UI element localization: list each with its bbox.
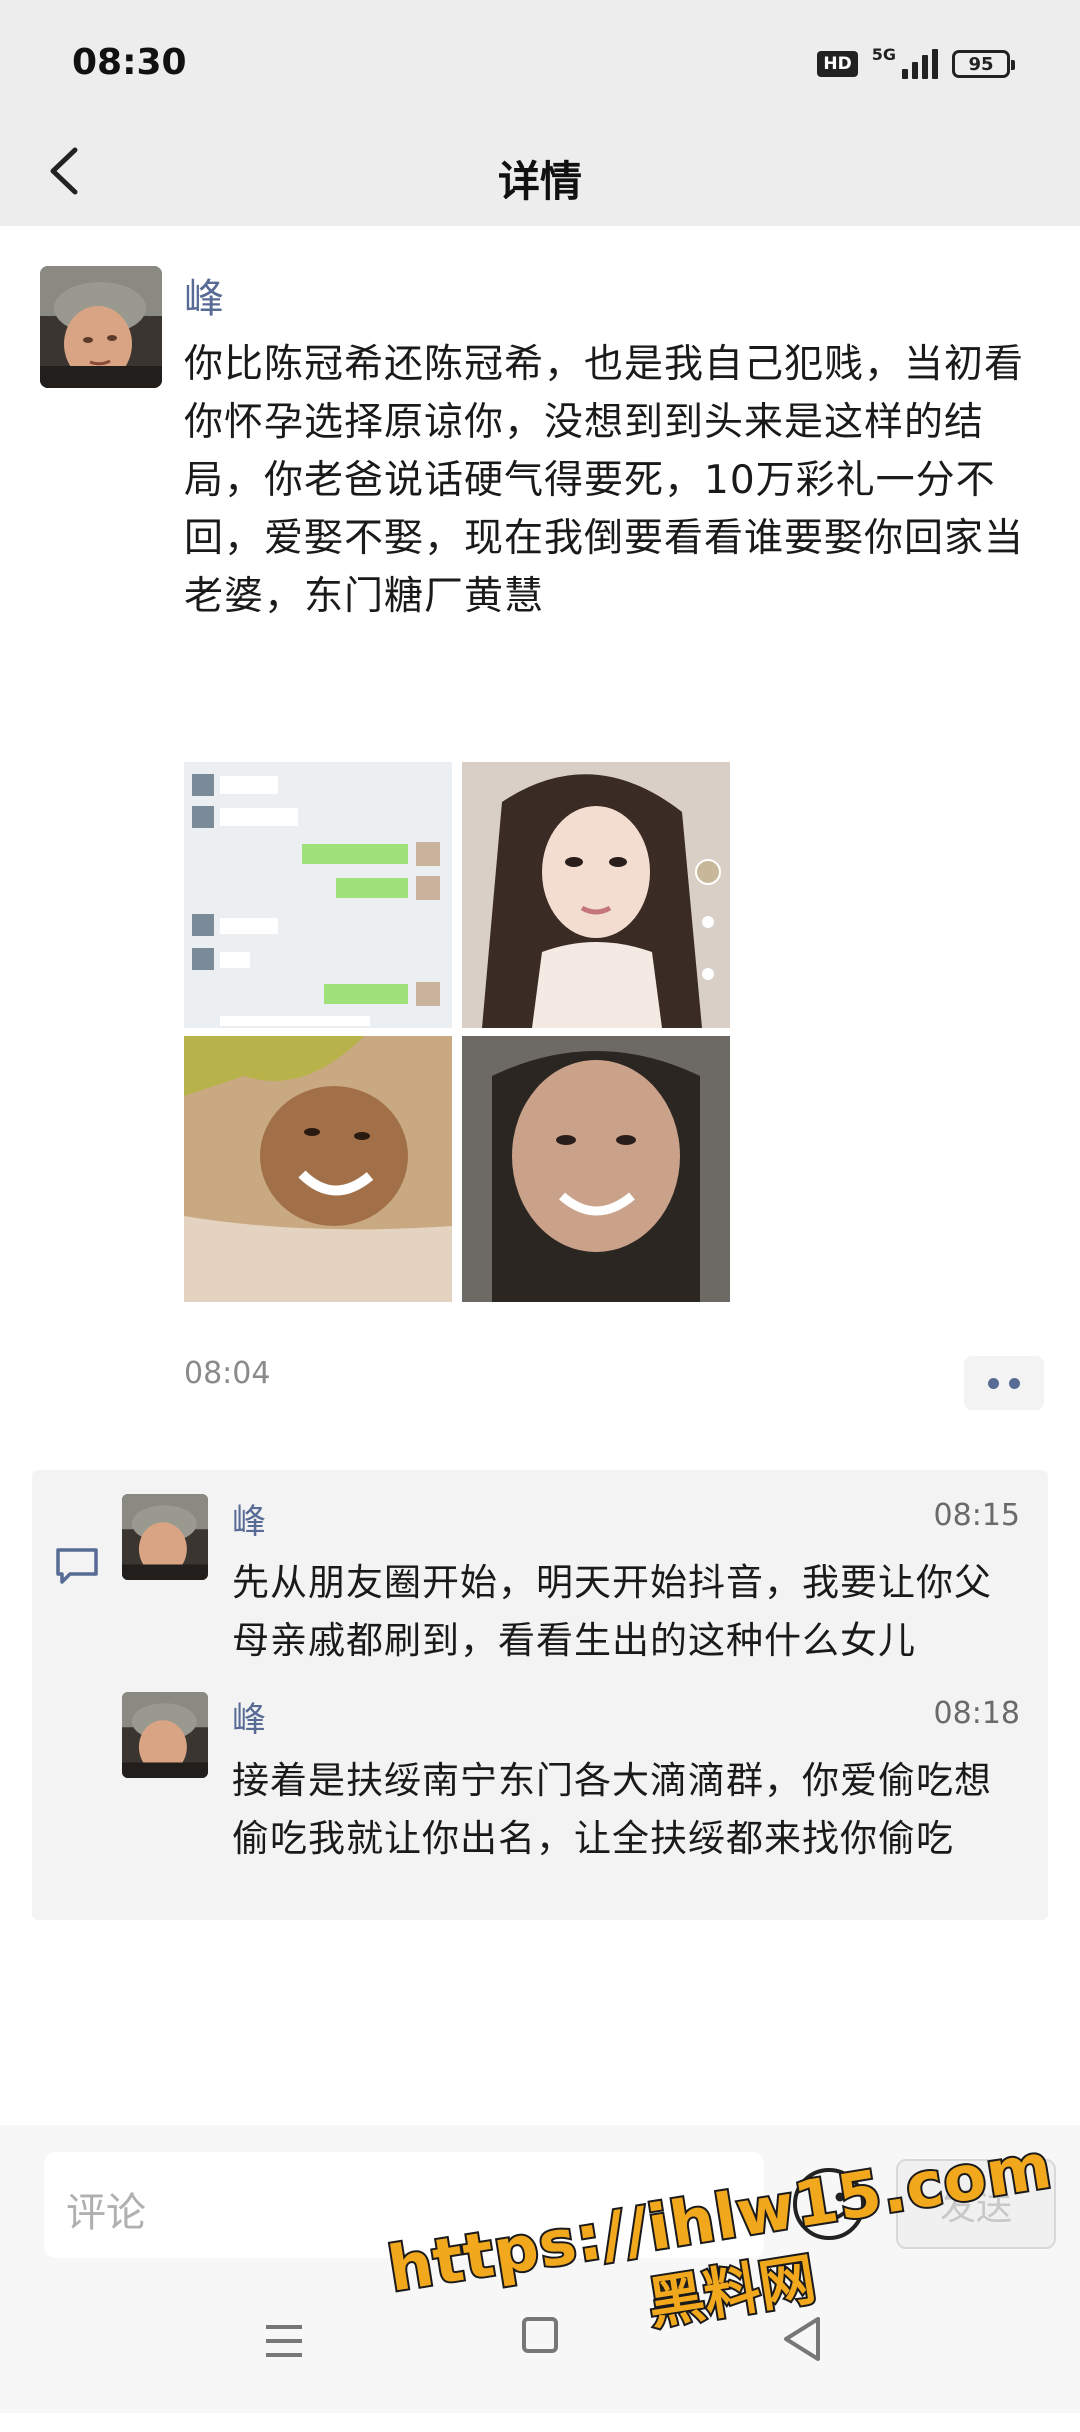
photo-woman-portrait[interactable]: [462, 762, 730, 1028]
commenter-name[interactable]: 峰: [232, 1494, 266, 1543]
photo-chat-screenshot[interactable]: [184, 762, 452, 1028]
comment-item[interactable]: 峰 08:15 先从朋友圈开始，明天开始抖音，我要让你父母亲戚都刷到，看看生出的…: [122, 1494, 1032, 1664]
more-options-button[interactable]: [964, 1356, 1044, 1410]
menu-icon[interactable]: [262, 2319, 306, 2363]
commenter-name[interactable]: 峰: [232, 1692, 266, 1741]
comment-time: 08:18: [933, 1696, 1020, 1731]
photo-smiling-man[interactable]: [184, 1036, 452, 1302]
comment-item[interactable]: 峰 08:18 接着是扶绥南宁东门各大滴滴群，你爱偷吃想偷吃我就让你出名，让全扶…: [122, 1692, 1032, 1912]
status-icons: HD 5G 95: [817, 44, 1015, 82]
comments-section: 峰 08:15 先从朋友圈开始，明天开始抖音，我要让你父母亲戚都刷到，看看生出的…: [32, 1470, 1048, 1920]
status-time: 08:30: [72, 42, 187, 83]
hd-badge: HD: [817, 51, 858, 77]
comment-text: 先从朋友圈开始，明天开始抖音，我要让你父母亲戚都刷到，看看生出的这种什么女儿: [232, 1561, 992, 1662]
commenter-avatar[interactable]: [122, 1692, 208, 1778]
signal-icon: [902, 49, 938, 79]
comment-text: 接着是扶绥南宁东门各大滴滴群，你爱偷吃想偷吃我就让你出名，让全扶绥都来找你偷吃: [232, 1759, 992, 1860]
page-title: 详情: [497, 157, 582, 206]
nav-bar: 详情: [0, 118, 1080, 226]
author-name[interactable]: 峰: [184, 266, 224, 324]
photo-grid: [184, 762, 730, 1302]
photo-smiling-woman[interactable]: [462, 1036, 730, 1302]
more-dots-icon: [988, 1377, 999, 1389]
battery-icon: 95: [952, 50, 1015, 78]
comment-time: 08:15: [933, 1498, 1020, 1533]
post-time: 08:04: [184, 1356, 271, 1391]
post-text: 你比陈冠希还陈冠希，也是我自己犯贱，当初看你怀孕选择原谅你，没想到到头来是这样的…: [184, 342, 1025, 619]
status-bar: 08:30 HD 5G 95: [0, 0, 1080, 118]
comment-icon: [56, 1548, 98, 1584]
network-type: 5G: [871, 44, 896, 64]
battery-level: 95: [968, 53, 994, 75]
author-avatar[interactable]: [40, 266, 162, 388]
commenter-avatar[interactable]: [122, 1494, 208, 1580]
